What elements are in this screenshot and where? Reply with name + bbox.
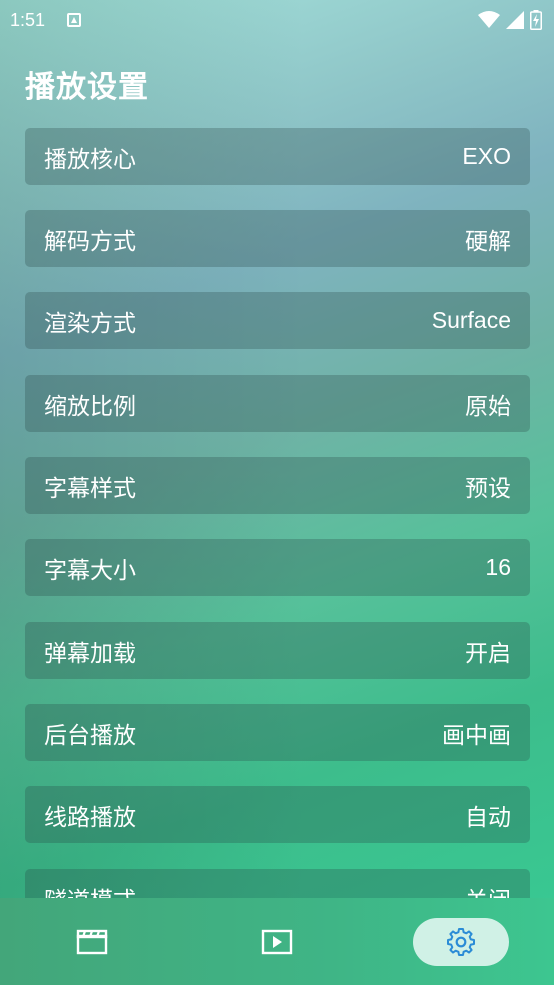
page-title: 播放设置 [25, 70, 149, 105]
clapperboard-icon [76, 929, 108, 955]
wifi-icon [478, 11, 500, 28]
signal-icon [506, 11, 524, 29]
setting-row-tunnel-mode[interactable]: 隧道模式 关闭 [25, 869, 530, 898]
setting-label: 后台播放 [44, 722, 136, 749]
settings-list[interactable]: 播放核心 EXO 解码方式 硬解 渲染方式 Surface 缩放比例 原始 字幕… [25, 128, 530, 898]
setting-row-render-mode[interactable]: 渲染方式 Surface [25, 292, 530, 349]
setting-value: 预设 [465, 474, 511, 501]
status-icons [478, 10, 542, 30]
setting-value: 硬解 [465, 227, 511, 254]
setting-value: Surface [431, 307, 511, 333]
app-notification-icon [67, 13, 82, 27]
setting-value: 原始 [465, 392, 511, 419]
nav-item-player[interactable] [229, 918, 325, 966]
setting-value: 关闭 [465, 881, 511, 899]
setting-row-route-play[interactable]: 线路播放 自动 [25, 786, 530, 843]
setting-label: 播放核心 [44, 146, 136, 173]
setting-value: 16 [485, 554, 511, 580]
battery-icon [530, 10, 542, 30]
setting-row-scale-ratio[interactable]: 缩放比例 原始 [25, 375, 530, 432]
status-bar: 1:51 [0, 0, 554, 40]
setting-label: 字幕样式 [44, 475, 136, 502]
setting-value: 自动 [465, 803, 511, 830]
setting-row-danmaku[interactable]: 弹幕加载 开启 [25, 622, 530, 679]
setting-row-player-core[interactable]: 播放核心 EXO [25, 128, 530, 185]
nav-item-videos[interactable] [44, 918, 140, 966]
setting-label: 隧道模式 [44, 881, 136, 899]
setting-row-subtitle-style[interactable]: 字幕样式 预设 [25, 457, 530, 514]
setting-label: 字幕大小 [44, 557, 136, 584]
bottom-navigation [0, 898, 554, 985]
setting-row-subtitle-size[interactable]: 字幕大小 16 [25, 539, 530, 596]
setting-value: 开启 [465, 639, 511, 666]
nav-item-settings[interactable] [413, 918, 509, 966]
setting-label: 缩放比例 [44, 393, 136, 420]
play-icon [261, 929, 293, 955]
setting-value: 画中画 [442, 721, 511, 748]
setting-value: EXO [462, 143, 511, 169]
gear-icon [447, 928, 475, 956]
status-time: 1:51 [10, 9, 46, 30]
setting-row-background-play[interactable]: 后台播放 画中画 [25, 704, 530, 761]
setting-label: 弹幕加载 [44, 640, 136, 667]
setting-row-decode-mode[interactable]: 解码方式 硬解 [25, 210, 530, 267]
setting-label: 渲染方式 [44, 310, 136, 337]
setting-label: 线路播放 [44, 804, 136, 831]
setting-label: 解码方式 [44, 228, 136, 255]
